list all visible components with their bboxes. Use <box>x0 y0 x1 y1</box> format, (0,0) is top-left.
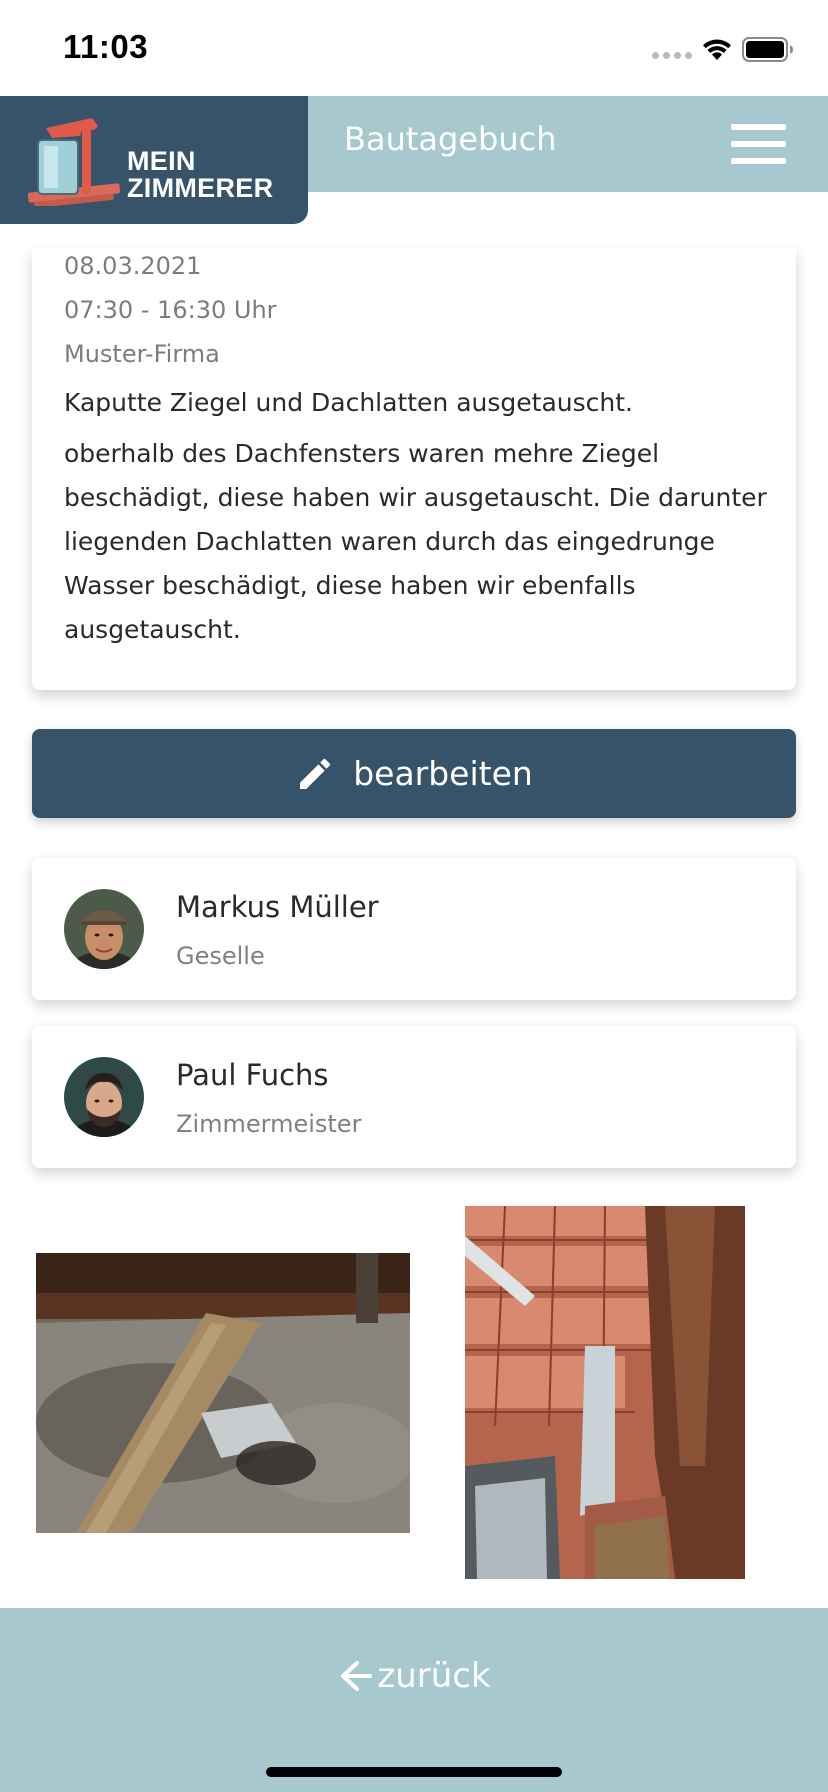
home-indicator[interactable] <box>266 1767 562 1777</box>
diary-entry-card: 08.03.2021 07:30 - 16:30 Uhr Muster-Firm… <box>32 248 796 690</box>
person-card-markus[interactable]: Markus Müller Geselle <box>32 858 796 1000</box>
avatar <box>64 889 144 969</box>
pencil-icon <box>300 758 331 789</box>
person-role: Zimmermeister <box>176 1110 362 1138</box>
hamburger-menu-icon[interactable] <box>731 124 786 164</box>
battery-icon <box>742 37 793 62</box>
page-title: Bautagebuch <box>344 120 557 158</box>
back-button[interactable]: zurück <box>0 1656 828 1696</box>
person-role: Geselle <box>176 942 265 970</box>
cellular-signal-icon <box>652 52 692 59</box>
photo-thumbnail-rafter[interactable] <box>36 1253 410 1533</box>
entry-date: 08.03.2021 <box>64 252 202 280</box>
logo-line-1: MEIN <box>127 146 196 176</box>
logo-line-2: ZIMMERER <box>127 173 274 203</box>
entry-description: oberhalb des Dachfensters waren mehre Zi… <box>64 439 767 644</box>
person-name: Paul Fuchs <box>176 1058 329 1092</box>
app-logo[interactable]: MEIN ZIMMERER <box>0 96 308 224</box>
edit-button[interactable]: bearbeiten <box>32 729 796 818</box>
entry-time-range: 07:30 - 16:30 Uhr <box>64 296 277 324</box>
avatar <box>64 1057 144 1137</box>
status-bar: 11:03 <box>0 0 828 96</box>
entry-title: Kaputte Ziegel und Dachlatten ausgetausc… <box>64 388 633 417</box>
edit-button-label: bearbeiten <box>353 754 533 793</box>
footer-bar: zurück <box>0 1608 828 1792</box>
entry-company: Muster-Firma <box>64 340 220 368</box>
photo-thumbnail-roof[interactable] <box>465 1206 745 1579</box>
person-card-paul[interactable]: Paul Fuchs Zimmermeister <box>32 1026 796 1168</box>
wifi-icon <box>703 39 731 60</box>
status-time: 11:03 <box>63 28 149 65</box>
arrow-left-icon <box>341 1661 373 1691</box>
logo-wordmark: MEIN ZIMMERER <box>127 148 273 202</box>
back-button-label: zurück <box>377 1656 491 1696</box>
hammer-logo-icon <box>27 118 121 206</box>
person-name: Markus Müller <box>176 890 379 924</box>
